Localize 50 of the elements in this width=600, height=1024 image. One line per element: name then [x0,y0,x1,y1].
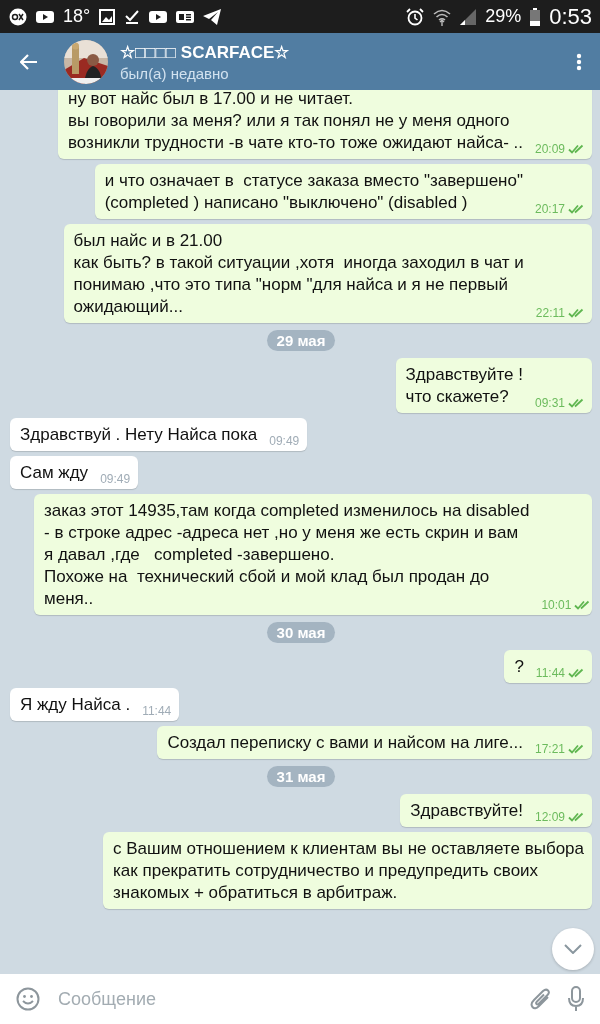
message-time: 22:11 [535,306,565,320]
video-play-icon [36,9,54,24]
badge-icon [176,9,195,24]
signal-icon [460,8,477,25]
clock: 0:53 [549,3,592,30]
paperclip-icon[interactable] [530,987,552,1011]
battery-icon [530,7,541,26]
message-text: Сам жду [20,462,89,484]
message-text: Создал переписку с вами и найсом на лиге... [167,732,523,754]
message-text: ? [514,656,524,678]
message-time: 09:31 [534,396,565,410]
message-time: 17:21 [534,742,565,756]
message-text: Я жду Найса . [20,694,131,716]
scroll-down-button[interactable] [552,928,594,970]
video-play-icon [149,9,168,24]
message-input-field[interactable]: Сообщение [56,987,514,1011]
message-text: ну вот найс был в 17.00 и не читает. вы говорили за меня? или я так понял не у меня одного возникли трудности -в чате кто-то тоже ожидают найса- .. [68,90,523,154]
date-separator: 30 мая [266,622,336,643]
message-time: 20:09 [534,142,565,156]
message-text: с Вашим отношением к клиентам вы не оставляете выбора как прекратить сотрудничество и предупредить своих знакомых + обратиться в арбитраж. [113,838,584,904]
message-text: Здравствуйте! [410,800,523,822]
olx-icon [9,7,27,26]
message-text: заказ этот 14935,там когда completed изменилось на disabled - в строке адрес -адреса нет ,но у меня же есть скрин и вам я давал ,где completed -завершено. Похоже на технический сбой и мой клад был продан до меня.. [44,500,530,610]
emoji-icon[interactable] [16,987,40,1011]
battery-percent: 29% [485,6,522,27]
message-time: 10:01 [541,598,572,612]
message-text: и что означает в статусе заказа вместо "завершено" (completed ) написано "выключено" (disabled ) [104,170,523,214]
message-time: 09:49 [269,434,300,448]
message-time: 11:44 [535,666,565,680]
wifi-icon [433,7,452,26]
message-text: Здравствуйте ! что скажете? [405,364,523,408]
message-time: 09:49 [100,472,131,486]
date-separator: 29 мая [266,330,336,351]
back-arrow-icon[interactable] [20,53,38,70]
microphone-icon[interactable] [568,986,584,1012]
chevron-down-icon [564,944,582,954]
date-separator: 31 мая [266,766,336,787]
image-icon [99,8,116,25]
temperature: 18° [63,6,91,27]
download-done-icon [124,8,141,25]
chat-title: ☆□□□□ SCARFACE☆ [120,41,290,63]
message-text: Здравствуй . Нету Найса пока [20,424,258,446]
alarm-icon [406,7,425,26]
paper-plane-icon [203,8,222,25]
message-time: 12:09 [534,810,565,824]
more-options-icon[interactable] [576,52,582,71]
message-text: был найс и в 21.00 как быть? в такой ситуации ,хотя иногда заходил в чат и понимаю ,что это типа "норм "для найса и я не первый ожидающий... [73,230,524,318]
last-seen-status: был(а) недавно [120,64,229,82]
message-time: 11:44 [142,704,172,718]
message-time: 20:17 [534,202,565,216]
